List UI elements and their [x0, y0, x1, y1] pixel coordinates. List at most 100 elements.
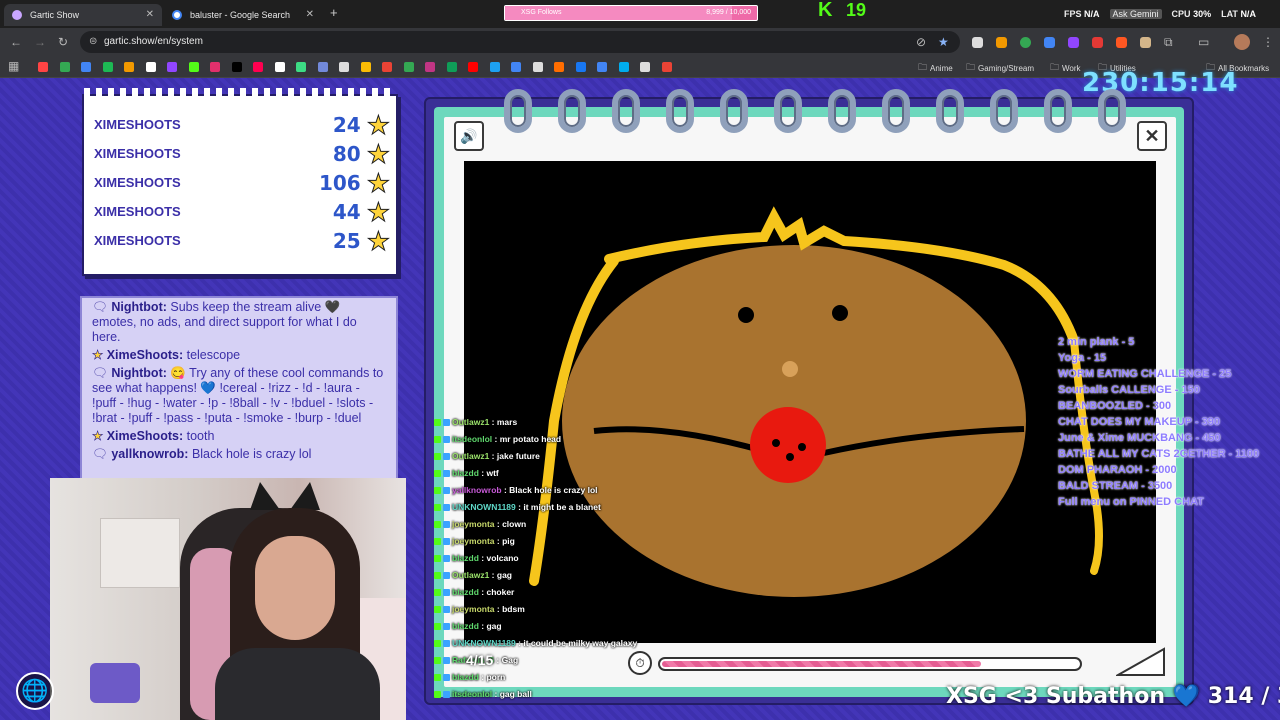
bookmark-folder-gaming[interactable]: 🗀 Gaming/Stream: [966, 60, 1034, 76]
bookmark-icon[interactable]: [468, 62, 478, 72]
profile-avatar[interactable]: [1234, 34, 1250, 50]
bookmark-icon[interactable]: [661, 62, 672, 72]
bookmark-icon[interactable]: [554, 62, 564, 72]
kick-message: gag ball: [499, 689, 532, 699]
close-tab-icon[interactable]: ✕: [306, 9, 314, 20]
bookmark-icon[interactable]: [425, 62, 435, 72]
notebook-ring: [774, 89, 802, 133]
drawing-eye-left: [738, 307, 754, 323]
bookmark-folder-work[interactable]: 🗀 Work: [1050, 60, 1081, 76]
folder-icon: 🗀: [966, 62, 976, 72]
bookmark-icon[interactable]: [274, 62, 285, 72]
extension-icon[interactable]: [1092, 37, 1103, 48]
star-icon: ★: [92, 348, 104, 363]
gpu-badge[interactable]: Ask Gemini: [1109, 9, 1162, 19]
bookmark-icon[interactable]: [231, 62, 242, 72]
kick-message: jake future: [496, 451, 540, 461]
sub-badge-icon: [443, 674, 450, 682]
extension-icon[interactable]: [1116, 37, 1127, 48]
bookmark-icon[interactable]: [489, 62, 500, 72]
kick-chat-line: blazdd : choker: [434, 584, 654, 601]
kick-username: Outlawz1: [452, 570, 490, 580]
kick-username: blazdd: [452, 553, 479, 563]
forward-icon[interactable]: →: [34, 35, 46, 49]
kick-badge-icon: [434, 674, 441, 682]
close-board-button[interactable]: ✕: [1137, 121, 1167, 151]
bookmark-icon[interactable]: [511, 62, 521, 72]
bookmark-icon[interactable]: [640, 62, 650, 72]
back-icon[interactable]: ←: [10, 35, 22, 49]
heart-icon: 💙: [1172, 684, 1201, 709]
tab-gartic-show[interactable]: Gartic Show ✕: [4, 4, 162, 26]
bookmark-icon[interactable]: [575, 62, 586, 72]
follow-goal-label: XSG Follows: [521, 9, 562, 16]
bookmark-icon[interactable]: [339, 62, 349, 72]
streamer-torso: [215, 648, 380, 720]
kick-username: blazdd: [452, 587, 479, 597]
scoreboard: XIMESHOOTS 24 ★ XIMESHOOTS 80 ★ XIMESHOOTS 106 ★…: [82, 88, 398, 276]
chat-username: Nightbot:: [111, 366, 167, 380]
bookmark-icon[interactable]: [210, 62, 220, 72]
bookmark-icon[interactable]: [38, 62, 48, 72]
menu-item: 2 min plank - 5: [1058, 336, 1135, 348]
extension-icon[interactable]: [1020, 37, 1031, 48]
menu-item: June & Xime MUCKBANG - 450: [1058, 432, 1221, 444]
bookmark-star-icon[interactable]: ★: [938, 35, 949, 49]
new-tab-icon[interactable]: +: [330, 5, 338, 20]
extension-icon[interactable]: [996, 37, 1007, 48]
bookmark-icon[interactable]: [317, 62, 328, 72]
extension-icon[interactable]: [1140, 37, 1151, 48]
menu-item: WORM EATING CHALLENGE - 25: [1058, 368, 1232, 380]
bookmark-icon[interactable]: [124, 62, 134, 72]
bookmark-icon[interactable]: [145, 62, 156, 72]
follow-goal-count: 8,999 / 10,000: [706, 9, 751, 16]
chat-message: 🗨 Nightbot: 😋 Try any of these cool comm…: [92, 366, 386, 426]
side-panel-icon[interactable]: ▭: [1198, 35, 1209, 49]
kick-badge-icon: [434, 436, 441, 444]
bookmark-icon[interactable]: [532, 62, 543, 72]
drawing-gag-hole: [772, 439, 780, 447]
kick-badge-icon: [434, 521, 441, 529]
tab-google-search[interactable]: baluster - Google Search ✕: [164, 4, 322, 26]
follow-goal-bar: XSG Follows 8,999 / 10,000: [504, 5, 758, 21]
hide-eye-icon[interactable]: ⊘: [916, 35, 926, 49]
notebook-ring: [720, 89, 748, 133]
bookmark-icon[interactable]: [446, 62, 457, 72]
site-info-icon[interactable]: ⊜: [89, 31, 97, 53]
sub-badge-icon: [443, 589, 450, 597]
bookmark-icon[interactable]: [102, 62, 113, 72]
bookmark-icon[interactable]: [597, 62, 607, 72]
kick-message: wtf: [486, 468, 499, 478]
lat-stat: LAT N/A: [1221, 9, 1256, 19]
bookmark-icon[interactable]: [618, 62, 629, 72]
bookmark-icon[interactable]: [296, 62, 306, 72]
subathon-count: 314 / 315: [1207, 684, 1280, 709]
bookmark-icon[interactable]: [81, 62, 91, 72]
close-tab-icon[interactable]: ✕: [146, 9, 154, 20]
extension-icon[interactable]: [972, 37, 983, 48]
bookmark-icon[interactable]: [188, 62, 199, 72]
kick-chat-line: joeymonta : pig: [434, 533, 654, 550]
sound-toggle-button[interactable]: 🔊: [454, 121, 484, 151]
menu-item: BALD STREAM - 3500: [1058, 480, 1173, 492]
url-field[interactable]: ⊜ gartic.show/en/system: [80, 31, 960, 53]
browser-menu-icon[interactable]: ⋮: [1262, 35, 1274, 49]
bookmark-icon[interactable]: [403, 62, 414, 72]
kick-logo-icon: K: [818, 0, 833, 21]
kick-chat-line: UNKNOWN1189 : it could be milky way gala…: [434, 635, 654, 652]
player-points: 25: [332, 228, 361, 253]
reload-icon[interactable]: ↻: [58, 35, 68, 49]
sub-badge-icon: [443, 470, 450, 478]
extension-icon[interactable]: [1044, 37, 1055, 48]
apps-grid-icon[interactable]: ▦: [8, 59, 19, 73]
twitch-extension-icon[interactable]: [1068, 37, 1079, 48]
bookmark-icon[interactable]: [59, 62, 70, 72]
bookmark-folder-anime[interactable]: 🗀 Anime: [918, 60, 953, 76]
kick-chat-line: Outlawz1 : jake future: [434, 448, 654, 465]
bookmark-icon[interactable]: [382, 62, 392, 72]
extensions-puzzle-icon[interactable]: ⧉: [1164, 35, 1173, 50]
star-icon: ★: [366, 138, 390, 169]
bookmark-icon[interactable]: [253, 62, 263, 72]
bookmark-icon[interactable]: [360, 62, 371, 72]
bookmark-icon[interactable]: [167, 62, 177, 72]
